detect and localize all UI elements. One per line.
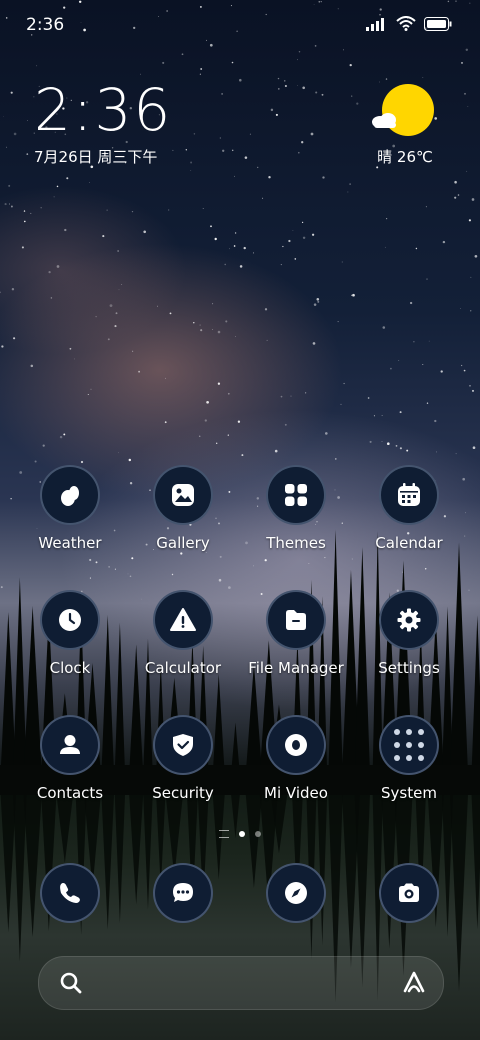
app-weather[interactable]: Weather [14,465,126,552]
app-calculator[interactable]: Calculator [127,590,239,677]
search-bar[interactable] [38,956,444,1010]
app-label: Mi Video [264,784,328,802]
security-icon [153,715,213,775]
status-bar: 2:36 [0,0,480,50]
dock-phone[interactable] [14,863,126,923]
app-label: Settings [378,659,440,677]
app-calendar[interactable]: Calendar [353,465,465,552]
page-dot[interactable] [255,831,261,837]
app-themes[interactable]: Themes [240,465,352,552]
page-list-icon[interactable] [219,830,229,838]
system-folder-icon [379,715,439,775]
signal-icon [366,16,388,35]
mi-video-icon [266,715,326,775]
dock-messages[interactable] [127,863,239,923]
camera-icon [379,863,439,923]
battery-icon [424,16,452,35]
app-label: Weather [38,534,102,552]
app-contacts[interactable]: Contacts [14,715,126,802]
app-clock[interactable]: Clock [14,590,126,677]
app-label: Calculator [144,659,222,677]
wifi-icon [396,16,416,35]
app-label: System [381,784,437,802]
browser-icon [266,863,326,923]
calendar-icon [379,465,439,525]
app-mi-video[interactable]: Mi Video [240,715,352,802]
widget-date: 7月26日 周三下午 [34,148,158,166]
file-manager-icon [266,590,326,650]
dock-browser[interactable] [240,863,352,923]
app-gallery[interactable]: Gallery [127,465,239,552]
app-file-manager[interactable]: File Manager [240,590,352,677]
contacts-icon [40,715,100,775]
clock-icon [40,590,100,650]
weather-widget[interactable]: 晴 26℃ [360,80,450,170]
app-label: File Manager [248,659,344,677]
page-dot-active[interactable] [239,831,245,837]
app-security[interactable]: Security [127,715,239,802]
app-settings[interactable]: Settings [353,590,465,677]
search-icon[interactable] [59,971,83,999]
settings-icon [379,590,439,650]
page-indicator[interactable] [0,830,480,838]
dock-camera[interactable] [353,863,465,923]
app-label: Calendar [375,534,443,552]
app-system-folder[interactable]: System [353,715,465,802]
calculator-icon [153,590,213,650]
app-label: Gallery [156,534,210,552]
assistant-icon[interactable] [401,969,427,999]
app-label: Themes [266,534,326,552]
gallery-icon [153,465,213,525]
themes-icon [266,465,326,525]
app-label: Clock [49,659,91,677]
clock-widget[interactable]: 2:36 7月26日 周三下午 [34,80,172,167]
status-time: 2:36 [26,15,65,35]
weather-summary: 晴 26℃ [377,148,433,166]
weather-icon [40,465,100,525]
app-label: Security [152,784,214,802]
phone-icon [40,863,100,923]
messages-icon [153,863,213,923]
cloud-icon [372,113,396,128]
app-label: Contacts [36,784,104,802]
widget-time: 2:36 [34,76,173,144]
sun-cloud-icon [382,84,434,136]
